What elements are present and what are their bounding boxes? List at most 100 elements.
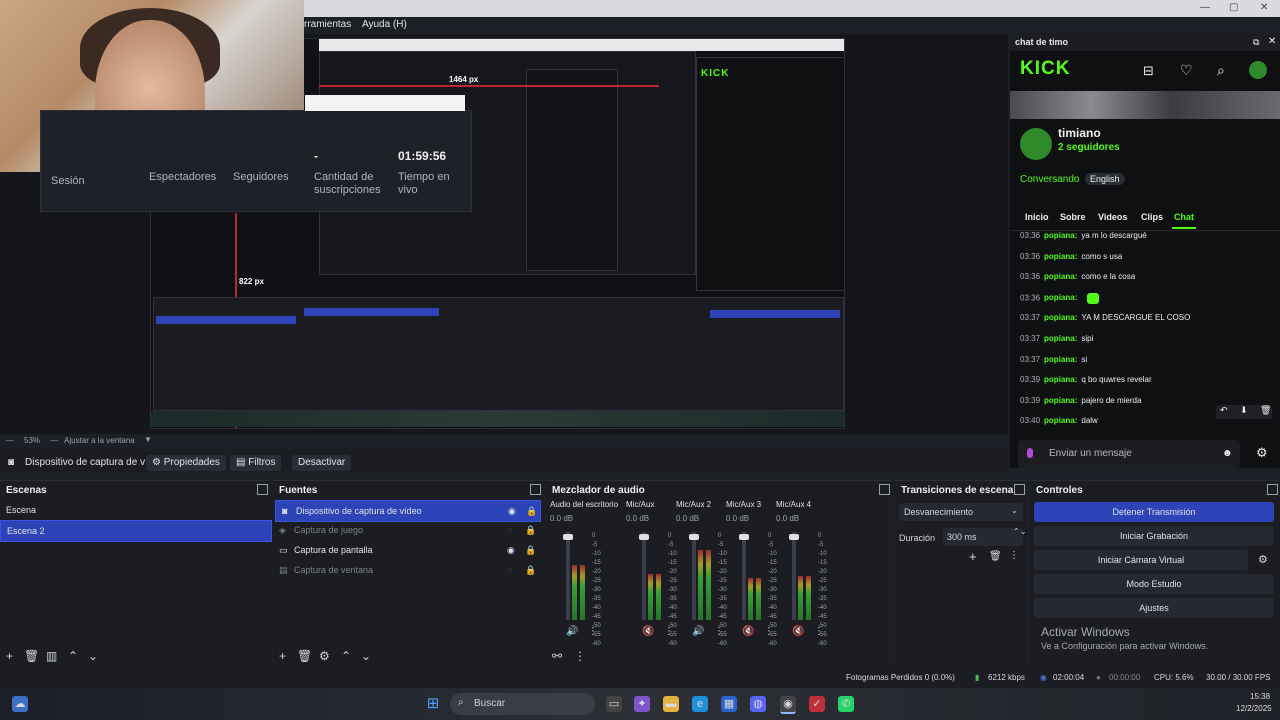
chat-message[interactable]: 03:37 popiana: si <box>1020 355 1087 364</box>
tab-chat[interactable]: Chat <box>1174 212 1194 222</box>
dock-popout-icon[interactable] <box>257 484 268 495</box>
emoji-icon[interactable]: ☻ <box>1222 448 1233 459</box>
popout-icon[interactable]: ⧉ <box>1253 37 1259 48</box>
chat-message[interactable]: 03:40 popiana: dalw <box>1020 416 1098 425</box>
message-user[interactable]: popiana: <box>1044 272 1077 281</box>
widgets-icon[interactable]: ☁ <box>12 696 28 712</box>
volume-fader[interactable] <box>739 532 749 620</box>
message-user[interactable]: popiana: <box>1044 293 1077 302</box>
more-icon[interactable]: ⋮ <box>714 626 724 637</box>
chat-message[interactable]: 03:37 popiana: sipi <box>1020 334 1093 343</box>
fader-knob[interactable] <box>739 534 749 540</box>
zoom-minus-icon[interactable]: — <box>6 436 14 445</box>
speaker-icon[interactable]: 🔊 <box>566 626 578 637</box>
taskbar-search[interactable]: ⌕ Buscar <box>450 693 595 715</box>
fader-knob[interactable] <box>789 534 799 540</box>
zoom-plus-icon[interactable]: — <box>50 436 58 445</box>
whatsapp-icon[interactable]: ✆ <box>838 696 854 712</box>
store-icon[interactable]: ▦ <box>721 696 737 712</box>
scene-item[interactable]: Escena <box>0 500 272 520</box>
chat-message[interactable]: 03:36 popiana: como s usa <box>1020 252 1122 261</box>
trash-icon[interactable]: 🗑 <box>989 551 1002 562</box>
start-virtual-camera-button[interactable]: Iniciar Cámara Virtual <box>1034 550 1248 570</box>
language-badge[interactable]: English <box>1085 173 1125 185</box>
chat-message[interactable]: 03:39 popiana: q bo quwres revelar <box>1020 375 1152 384</box>
fader-knob[interactable] <box>563 534 573 540</box>
source-item[interactable]: ▤ Captura de ventana ◌ 🔒 <box>273 560 539 580</box>
clock-time[interactable]: 15:38 <box>1250 692 1270 701</box>
heart-icon[interactable]: ♡ <box>1180 62 1193 79</box>
discord-icon[interactable]: ◍ <box>750 696 766 712</box>
stop-stream-button[interactable]: Detener Transmisión <box>1034 502 1274 522</box>
tab-clips[interactable]: Clips <box>1141 212 1163 222</box>
kick-logo[interactable]: KICK <box>1020 58 1070 80</box>
dock-popout-icon[interactable] <box>879 484 890 495</box>
pin-icon[interactable]: ⬇ <box>1240 405 1248 416</box>
filter-icon[interactable]: ▥ <box>46 649 57 663</box>
deactivate-button[interactable]: Desactivar <box>292 455 352 471</box>
eye-icon[interactable]: ◉ <box>507 540 515 560</box>
fader-knob[interactable] <box>639 534 649 540</box>
dock-popout-icon[interactable] <box>530 484 541 495</box>
message-user[interactable]: popiana: <box>1044 375 1077 384</box>
chat-message[interactable]: 03:36 popiana: como e la cosa <box>1020 272 1135 281</box>
app-icon[interactable]: ✓ <box>809 696 825 712</box>
more-icon[interactable]: ⋮ <box>664 626 674 637</box>
source-item[interactable]: ▭ Captura de pantalla ◉ 🔒 <box>273 540 539 560</box>
properties-button[interactable]: ⚙ Propiedades <box>146 455 226 471</box>
settings-button[interactable]: Ajustes <box>1034 598 1274 618</box>
eye-hidden-icon[interactable]: ◌ <box>507 560 512 580</box>
reply-icon[interactable]: ↶ <box>1220 405 1228 416</box>
muted-speaker-icon[interactable]: 🔇 <box>742 626 754 637</box>
volume-fader[interactable] <box>789 532 799 620</box>
start-recording-button[interactable]: Iniciar Grabación <box>1034 526 1274 546</box>
more-icon[interactable]: ⋮ <box>574 649 586 663</box>
chat-message[interactable]: 03:36 popiana: <box>1020 292 1100 304</box>
dock-popout-icon[interactable] <box>1014 484 1025 495</box>
obs-icon[interactable]: ◉ <box>780 696 796 714</box>
channel-name[interactable]: timiano <box>1058 126 1101 140</box>
message-user[interactable]: popiana: <box>1044 416 1077 425</box>
arrow-up-icon[interactable]: ⌃ <box>341 649 351 663</box>
chat-message[interactable]: 03:37 popiana: YA M DESCARGUE EL COSO <box>1020 313 1190 322</box>
lock-icon[interactable]: 🔒 <box>526 501 537 521</box>
arrow-down-icon[interactable]: ⌄ <box>361 649 371 663</box>
copilot-icon[interactable]: ✦ <box>634 696 650 712</box>
volume-fader[interactable] <box>563 532 573 620</box>
eye-icon[interactable]: ◉ <box>508 501 516 521</box>
close-icon[interactable]: ✕ <box>1268 36 1276 47</box>
minimize-icon[interactable]: — <box>1200 2 1210 13</box>
fit-to-window[interactable]: Ajustar a la ventana <box>64 436 135 445</box>
tab-videos[interactable]: Videos <box>1098 212 1127 222</box>
link-icon[interactable]: ⚯ <box>552 649 562 663</box>
user-avatar[interactable] <box>1249 61 1267 79</box>
edge-icon[interactable]: e <box>692 696 708 712</box>
more-icon[interactable]: ⋮ <box>814 626 824 637</box>
trash-icon[interactable]: 🗑 <box>1260 405 1271 416</box>
tab-about[interactable]: Sobre <box>1060 212 1086 222</box>
channel-avatar[interactable] <box>1020 128 1052 160</box>
close-icon[interactable]: ✕ <box>1260 2 1268 13</box>
zoom-level[interactable]: 53% <box>24 436 40 445</box>
dock-popout-icon[interactable] <box>1267 484 1278 495</box>
trash-icon[interactable]: 🗑 <box>297 649 312 663</box>
message-user[interactable]: popiana: <box>1044 252 1077 261</box>
source-item-selected[interactable]: ◙ Dispositivo de captura de vídeo ◉ 🔒 <box>275 500 541 522</box>
volume-fader[interactable] <box>689 532 699 620</box>
add-icon[interactable]: + <box>279 649 286 663</box>
lock-icon[interactable]: 🔒 <box>525 540 536 560</box>
task-view-icon[interactable]: ▭ <box>606 696 622 712</box>
message-user[interactable]: popiana: <box>1044 355 1077 364</box>
gear-icon[interactable]: ⚙ <box>1256 445 1268 461</box>
chevron-down-icon[interactable]: ▼ <box>144 435 152 444</box>
maximize-icon[interactable]: ▢ <box>1229 2 1238 13</box>
fader-knob[interactable] <box>689 534 699 540</box>
more-icon[interactable]: ⋮ <box>764 626 774 637</box>
chat-message[interactable]: 03:39 popiana: pajero de mierda <box>1020 396 1141 405</box>
menu-item-tools[interactable]: rramientas <box>304 19 351 30</box>
eye-hidden-icon[interactable]: ◌ <box>507 520 512 540</box>
gear-icon[interactable]: ⚙ <box>319 649 330 663</box>
mic-icon[interactable] <box>1027 448 1033 458</box>
message-user[interactable]: popiana: <box>1044 231 1077 240</box>
speaker-icon[interactable]: 🔊 <box>692 626 704 637</box>
